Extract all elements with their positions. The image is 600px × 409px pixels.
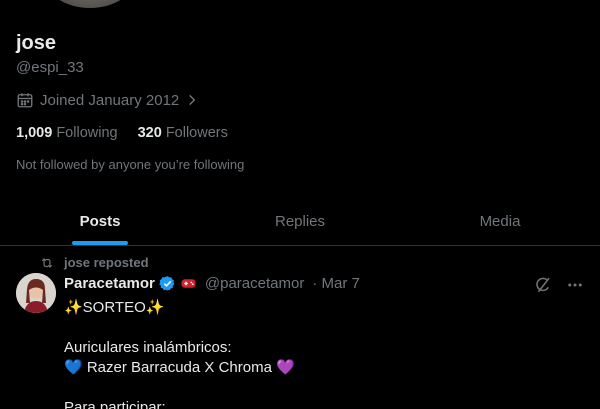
- post-line: Auriculares inalámbricos:: [64, 339, 232, 356]
- followers-count: 320: [137, 125, 162, 141]
- post-line-blank: [64, 318, 584, 338]
- avatar-image: [16, 273, 56, 313]
- profile-handle: @espi_33: [16, 59, 84, 76]
- joined-label: Joined January 2012: [40, 91, 180, 109]
- calendar-icon: [17, 93, 33, 108]
- tab-replies[interactable]: Replies: [200, 198, 400, 245]
- post-line: ✨SORTEO✨: [64, 299, 165, 316]
- tab-media[interactable]: Media: [400, 198, 600, 245]
- repost-icon: [41, 257, 53, 268]
- post-line: 💙 Razer Barracuda X Chroma 💜: [64, 359, 295, 376]
- profile-avatar[interactable]: [40, 0, 140, 12]
- chevron-right-icon: [189, 94, 196, 106]
- verified-badge-icon[interactable]: [159, 275, 176, 292]
- tab-posts[interactable]: Posts: [0, 198, 200, 245]
- followers-link[interactable]: 320 Followers: [138, 125, 228, 141]
- following-label: Following: [56, 125, 118, 141]
- post-actions: [534, 276, 584, 294]
- post-author-avatar[interactable]: [16, 273, 56, 313]
- tab-replies-label: Replies: [274, 213, 326, 230]
- repost-indicator[interactable]: jose reposted: [40, 255, 149, 270]
- following-link[interactable]: 1,009 Following: [16, 125, 118, 141]
- profile-tabs: Posts Replies Media: [0, 198, 600, 246]
- post-date[interactable]: · Mar 7: [312, 275, 360, 292]
- follow-counts: 1,009 Following 320 Followers: [16, 125, 228, 141]
- post-author-handle[interactable]: @paracetamor: [205, 275, 304, 292]
- post-line: Para participar:: [64, 399, 166, 409]
- followed-by-text: Not followed by anyone you’re following: [16, 157, 245, 172]
- more-icon[interactable]: [566, 276, 584, 294]
- following-count: 1,009: [16, 125, 53, 141]
- post-author-name[interactable]: Paracetamor: [64, 275, 155, 292]
- grok-icon[interactable]: [534, 276, 552, 294]
- followers-label: Followers: [165, 125, 228, 141]
- post-header: Paracetamor @paracetamor · Mar 7: [64, 275, 360, 292]
- profile-name: jose: [16, 32, 57, 54]
- gamepad-icon: [181, 279, 196, 288]
- joined-date[interactable]: Joined January 2012: [16, 91, 199, 109]
- post-text: ✨SORTEO✨ Auriculares inalámbricos: 💙 Raz…: [64, 298, 584, 409]
- repost-label: jose reposted: [64, 255, 149, 270]
- tab-posts-label: Posts: [79, 213, 121, 230]
- tab-media-label: Media: [479, 213, 521, 230]
- post-line-blank: [64, 378, 584, 398]
- active-tab-indicator: [72, 241, 128, 245]
